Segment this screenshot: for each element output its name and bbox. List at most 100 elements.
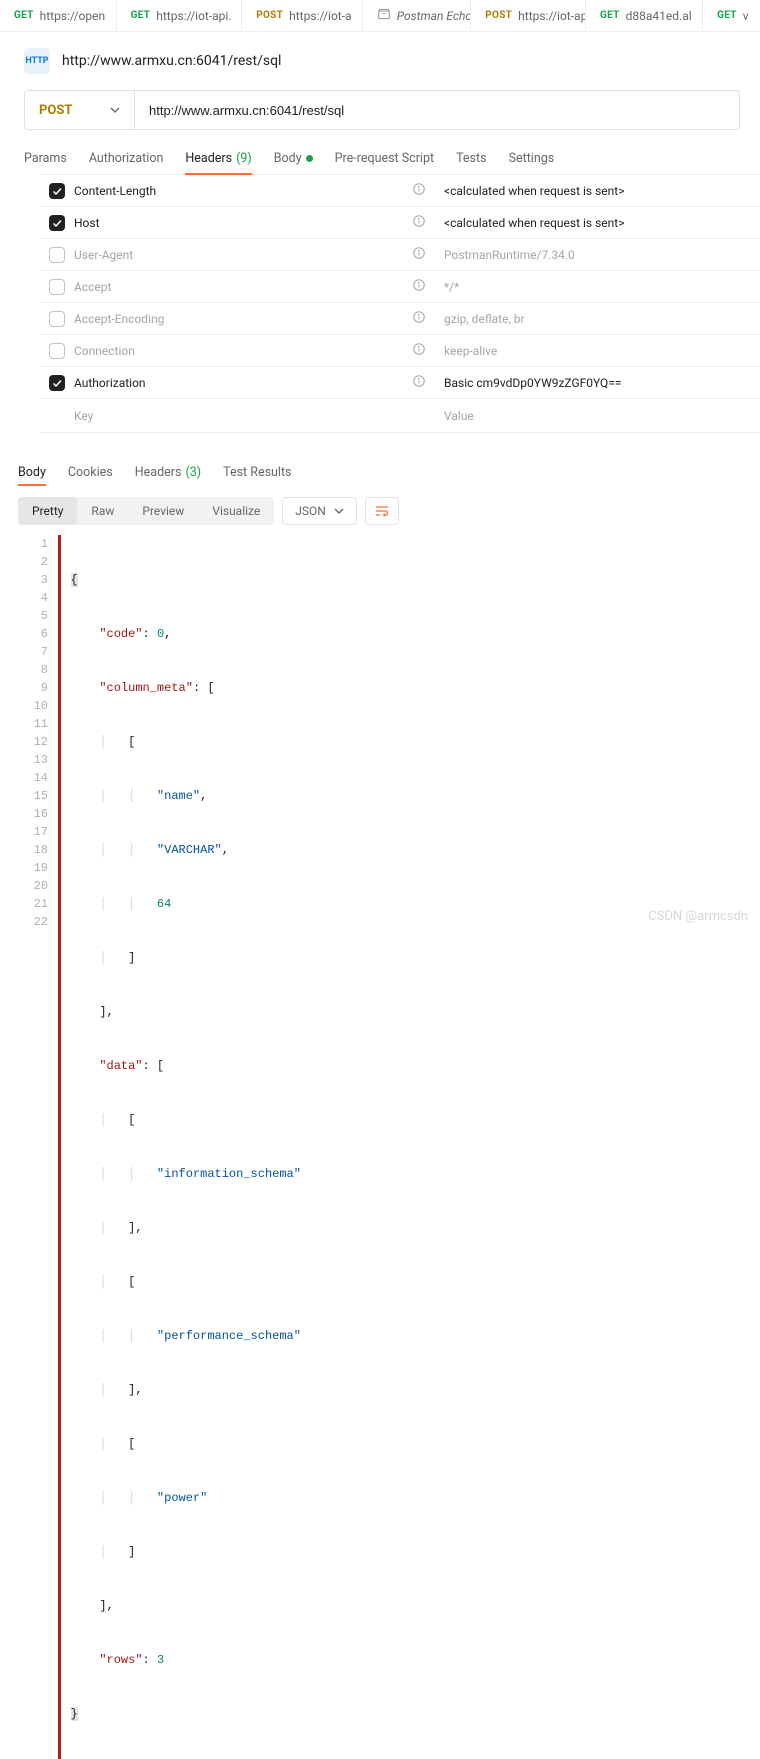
- header-value[interactable]: */*: [434, 280, 760, 294]
- header-row: User-Agent PostmanRuntime/7.34.0: [40, 239, 760, 271]
- tab-headers[interactable]: Headers (9): [185, 142, 251, 174]
- tab-4[interactable]: POST https://iot-ap: [479, 0, 586, 32]
- header-row: Connection keep-alive: [40, 335, 760, 367]
- wrap-lines-button[interactable]: [365, 497, 399, 525]
- tab-settings[interactable]: Settings: [509, 142, 555, 174]
- tab-5[interactable]: GET d88a41ed.al: [594, 0, 703, 32]
- header-checkbox[interactable]: [49, 247, 65, 263]
- tab-authorization[interactable]: Authorization: [89, 142, 164, 174]
- json-str: "power": [157, 1491, 207, 1505]
- header-row: Authorization Basic cm9vdDp0YW9zZGF0YQ==: [40, 367, 760, 399]
- json-str: "information_schema": [157, 1167, 301, 1181]
- info-icon[interactable]: [412, 310, 426, 327]
- tab-label: Authorization: [89, 151, 164, 166]
- header-key[interactable]: Content-Length: [74, 184, 404, 198]
- box-icon: [377, 7, 391, 24]
- tab-label: Settings: [509, 151, 555, 166]
- header-key[interactable]: Connection: [74, 344, 404, 358]
- view-raw-button[interactable]: Raw: [77, 497, 128, 525]
- tab-label: Cookies: [68, 465, 113, 480]
- method-label: GET: [600, 10, 620, 21]
- header-checkbox[interactable]: [49, 375, 65, 391]
- header-key-input[interactable]: Key: [74, 409, 426, 423]
- tab-title: Postman Echo: [397, 9, 472, 23]
- method-label: GET: [14, 10, 34, 21]
- header-value[interactable]: <calculated when request is sent>: [434, 184, 760, 198]
- tab-prerequest[interactable]: Pre-request Script: [335, 142, 434, 174]
- tab-label: Headers: [135, 465, 182, 480]
- header-value[interactable]: Basic cm9vdDp0YW9zZGF0YQ==: [434, 376, 760, 390]
- code-content: { "code": 0, "column_meta": [ │ [ │ │ "n…: [61, 535, 301, 1759]
- url-bar: POST: [24, 90, 740, 130]
- json-str: "name": [157, 789, 200, 803]
- header-row: Host <calculated when request is sent>: [40, 207, 760, 239]
- info-icon[interactable]: [412, 214, 426, 231]
- resp-tab-headers[interactable]: Headers (3): [135, 459, 201, 485]
- btn-label: Raw: [91, 504, 114, 518]
- header-key[interactable]: Accept-Encoding: [74, 312, 404, 326]
- watermark: CSDN @armcsdn: [648, 909, 748, 924]
- request-tabs: Params Authorization Headers (9) Body Pr…: [0, 142, 760, 174]
- header-checkbox[interactable]: [49, 183, 65, 199]
- format-select[interactable]: JSON: [282, 497, 357, 525]
- header-key[interactable]: Host: [74, 216, 404, 230]
- header-value[interactable]: gzip, deflate, br: [434, 312, 760, 326]
- header-key[interactable]: Authorization: [74, 376, 404, 390]
- json-key: "column_meta": [99, 681, 193, 695]
- resp-tab-cookies[interactable]: Cookies: [68, 459, 113, 485]
- chevron-down-icon: [110, 105, 120, 115]
- tab-title: https://iot-a: [289, 9, 351, 23]
- tab-title: https://iot-ap: [518, 9, 586, 23]
- info-icon[interactable]: [412, 182, 426, 199]
- info-icon[interactable]: [412, 246, 426, 263]
- tab-0[interactable]: GET https://open: [8, 0, 117, 32]
- header-input-row: Key Value: [40, 399, 760, 433]
- json-str: "performance_schema": [157, 1329, 301, 1343]
- json-key: "data": [99, 1059, 142, 1073]
- header-key[interactable]: Accept: [74, 280, 404, 294]
- view-preview-button[interactable]: Preview: [128, 497, 198, 525]
- header-value[interactable]: keep-alive: [434, 344, 760, 358]
- http-badge: HTTP: [24, 48, 50, 74]
- info-icon[interactable]: [412, 342, 426, 359]
- response-area: Body Cookies Headers (3) Test Results Pr…: [18, 459, 742, 1759]
- tab-params[interactable]: Params: [24, 142, 67, 174]
- tab-title: https://iot-api.: [156, 9, 231, 23]
- resp-tab-testresults[interactable]: Test Results: [223, 459, 291, 485]
- tab-1[interactable]: GET https://iot-api.: [125, 0, 243, 32]
- method-select-label: POST: [39, 103, 72, 118]
- header-value[interactable]: PostmanRuntime/7.34.0: [434, 248, 760, 262]
- header-value[interactable]: <calculated when request is sent>: [434, 216, 760, 230]
- resp-tab-body[interactable]: Body: [18, 459, 46, 485]
- tab-6[interactable]: GET v: [711, 0, 752, 32]
- header-checkbox[interactable]: [49, 279, 65, 295]
- header-key[interactable]: User-Agent: [74, 248, 404, 262]
- tab-label: Body: [274, 151, 302, 166]
- tab-2[interactable]: POST https://iot-a: [250, 0, 363, 32]
- info-icon[interactable]: [412, 278, 426, 295]
- view-visualize-button[interactable]: Visualize: [198, 497, 274, 525]
- header-checkbox[interactable]: [49, 343, 65, 359]
- tab-label: Params: [24, 151, 67, 166]
- header-row: Accept-Encoding gzip, deflate, br: [40, 303, 760, 335]
- view-pretty-button[interactable]: Pretty: [18, 497, 77, 525]
- header-row: Content-Length <calculated when request i…: [40, 175, 760, 207]
- tab-label: Tests: [456, 151, 486, 166]
- json-key: "code": [99, 627, 142, 641]
- header-value-input[interactable]: Value: [434, 409, 760, 423]
- method-label: GET: [717, 10, 737, 21]
- header-checkbox[interactable]: [49, 215, 65, 231]
- response-body[interactable]: 12345678910111213141516171819202122 { "c…: [18, 535, 742, 1759]
- method-select[interactable]: POST: [24, 90, 134, 130]
- tab-tests[interactable]: Tests: [456, 142, 486, 174]
- btn-label: Preview: [142, 504, 184, 518]
- url-input[interactable]: [134, 90, 740, 130]
- body-dot-icon: [306, 155, 313, 162]
- tab-body[interactable]: Body: [274, 142, 313, 174]
- response-tabs: Body Cookies Headers (3) Test Results: [18, 459, 742, 485]
- header-checkbox[interactable]: [49, 311, 65, 327]
- tab-3[interactable]: Postman Echo: [371, 0, 472, 32]
- info-icon[interactable]: [412, 374, 426, 391]
- chevron-down-icon: [334, 506, 344, 516]
- request-title-row: HTTP http://www.armxu.cn:6041/rest/sql: [0, 32, 760, 90]
